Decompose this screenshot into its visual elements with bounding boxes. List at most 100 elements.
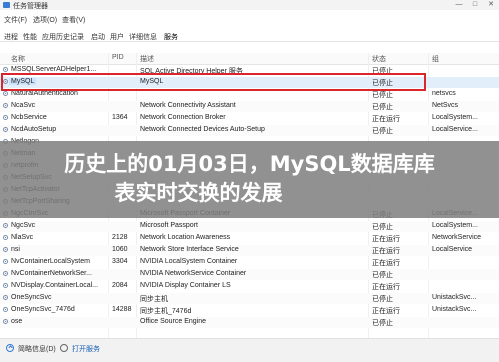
tab-app-history[interactable]: 应用历史记录 xyxy=(42,32,84,42)
service-name: NvContainerNetworkSer... xyxy=(11,270,92,277)
column-header-row: 名称 PID 描述 状态 组 xyxy=(0,53,499,65)
service-status: 正在运行 xyxy=(372,248,400,255)
service-gear-icon xyxy=(3,103,8,108)
service-description: 同步主机_7476d xyxy=(140,308,192,315)
service-row[interactable]: NvContainerLocalSystem 3304 NVIDIA LocalSy… xyxy=(0,257,499,268)
service-pid: 2084 xyxy=(112,282,128,289)
service-gear-icon xyxy=(3,127,8,132)
service-gear-icon xyxy=(3,319,8,324)
service-status: 已停止 xyxy=(372,128,393,135)
mysql-highlight-box xyxy=(1,73,426,91)
service-name: NVDisplay.ContainerLocal... xyxy=(11,282,99,289)
close-button[interactable]: ✕ xyxy=(483,0,499,10)
fewer-details-link[interactable]: 简略信息(D) xyxy=(18,344,56,354)
service-group: UnistackSvc... xyxy=(432,294,477,301)
service-row[interactable]: OneSyncSvc 同步主机 已停止 UnistackSvc... xyxy=(0,293,499,304)
service-description: 同步主机 xyxy=(140,296,168,303)
services-gear-icon xyxy=(60,344,68,352)
service-row[interactable]: ose Office Source Engine 已停止 xyxy=(0,317,499,328)
maximize-button[interactable]: □ xyxy=(467,0,483,10)
service-description: Network Connection Broker xyxy=(140,114,226,121)
headline-line-1: 历史上的01月03日，MySQL数据库库 xyxy=(64,152,435,176)
chevron-up-icon[interactable] xyxy=(6,344,14,352)
service-status: 已停止 xyxy=(372,92,393,99)
service-description: NVIDIA NetworkService Container xyxy=(140,270,247,277)
service-gear-icon xyxy=(3,283,8,288)
service-name: NgcSvc xyxy=(11,222,36,229)
service-row[interactable]: NvContainerNetworkSer... NVIDIA NetworkSe… xyxy=(0,269,499,280)
service-group: LocalService... xyxy=(432,126,478,133)
menu-view[interactable]: 查看(V) xyxy=(62,15,85,25)
minimize-button[interactable]: — xyxy=(451,0,467,10)
tab-processes[interactable]: 进程 xyxy=(4,32,18,42)
window-controls: — □ ✕ xyxy=(451,0,499,10)
service-gear-icon xyxy=(3,91,8,96)
column-header-status[interactable]: 状态 xyxy=(372,54,386,64)
service-name: nsi xyxy=(11,246,20,253)
service-gear-icon xyxy=(3,271,8,276)
column-header-pid[interactable]: PID xyxy=(112,54,124,61)
service-group: NetworkService xyxy=(432,234,482,241)
column-header-group[interactable]: 组 xyxy=(432,54,439,64)
service-name: NcaSvc xyxy=(11,102,36,109)
title-bar: 任务管理器 — □ ✕ xyxy=(0,0,499,10)
service-name: NcbService xyxy=(11,114,47,121)
service-status: 正在运行 xyxy=(372,116,400,123)
service-row[interactable]: NcbService 1364 Network Connection Broker 正… xyxy=(0,113,499,124)
menu-file[interactable]: 文件(F) xyxy=(4,15,27,25)
service-status: 已停止 xyxy=(372,272,393,279)
service-row[interactable]: NcdAutoSetup Network Connected Devices Au… xyxy=(0,125,499,136)
service-gear-icon xyxy=(3,223,8,228)
tab-details[interactable]: 详细信息 xyxy=(129,32,157,42)
service-pid: 14288 xyxy=(112,306,132,313)
service-gear-icon xyxy=(3,259,8,264)
service-group: LocalSystem... xyxy=(432,114,478,121)
tab-bar: 进程 性能 应用历史记录 启动 用户 详细信息 服务 xyxy=(0,29,499,42)
service-pid: 3304 xyxy=(112,258,128,265)
service-name: NlaSvc xyxy=(11,234,34,241)
service-description: Network Store Interface Service xyxy=(140,246,239,253)
tab-startup[interactable]: 启动 xyxy=(91,32,105,42)
service-row[interactable]: OneSyncSvc_7476d 14288 同步主机_7476d 正在运行 Unist… xyxy=(0,305,499,316)
service-description: NVIDIA Display Container LS xyxy=(140,282,231,289)
service-row[interactable]: NlaSvc 2128 Network Location Awareness 正在运行… xyxy=(0,233,499,244)
service-row[interactable]: NcaSvc Network Connectivity Assistant 已停止 N… xyxy=(0,101,499,112)
headline-overlay: 历史上的01月03日，MySQL数据库库 表实时交换的发展 xyxy=(0,141,499,218)
headline-line-2: 表实时交换的发展 xyxy=(114,181,283,205)
service-description: Network Connected Devices Auto-Setup xyxy=(140,126,265,133)
tab-performance[interactable]: 性能 xyxy=(23,32,37,42)
tab-services[interactable]: 服务 xyxy=(164,32,178,42)
service-row[interactable]: nsi 1060 Network Store Interface Service 正在… xyxy=(0,245,499,256)
service-status: 已停止 xyxy=(372,104,393,111)
service-row[interactable]: NVDisplay.ContainerLocal... 2084 NVIDIA Di… xyxy=(0,281,499,292)
service-status: 已停止 xyxy=(372,320,393,327)
service-group: UnistackSvc... xyxy=(432,306,477,313)
service-description: Microsoft Passport xyxy=(140,222,198,229)
service-description: Network Connectivity Assistant xyxy=(140,102,236,109)
service-group: NetSvcs xyxy=(432,102,459,109)
menu-options[interactable]: 选项(O) xyxy=(33,15,57,25)
column-header-description[interactable]: 描述 xyxy=(140,54,154,64)
service-name: OneSyncSvc_7476d xyxy=(11,306,75,313)
service-description: Network Location Awareness xyxy=(140,234,231,241)
service-description: Office Source Engine xyxy=(140,318,207,325)
open-services-link[interactable]: 打开服务 xyxy=(72,344,100,354)
service-status: 正在运行 xyxy=(372,260,400,267)
service-name: OneSyncSvc xyxy=(11,294,52,301)
task-manager-icon xyxy=(3,2,10,8)
tab-users[interactable]: 用户 xyxy=(110,32,124,42)
service-pid: 1060 xyxy=(112,246,128,253)
service-group: netsvcs xyxy=(432,90,456,97)
service-gear-icon xyxy=(3,295,8,300)
service-name: NvContainerLocalSystem xyxy=(11,258,90,265)
column-header-name[interactable]: 名称 xyxy=(11,54,25,64)
menu-bar: 文件(F) 选项(O) 查看(V) xyxy=(0,14,499,24)
service-gear-icon xyxy=(3,115,8,120)
service-pid: 2128 xyxy=(112,234,128,241)
service-group: LocalService xyxy=(432,246,473,253)
service-name: ose xyxy=(11,318,23,325)
service-name: MSSQLServerADHelper1... xyxy=(11,66,97,73)
service-status: 正在运行 xyxy=(372,284,400,291)
window-title: 任务管理器 xyxy=(13,3,48,10)
service-row[interactable]: NgcSvc Microsoft Passport 已停止 LocalSystem..… xyxy=(0,221,499,232)
